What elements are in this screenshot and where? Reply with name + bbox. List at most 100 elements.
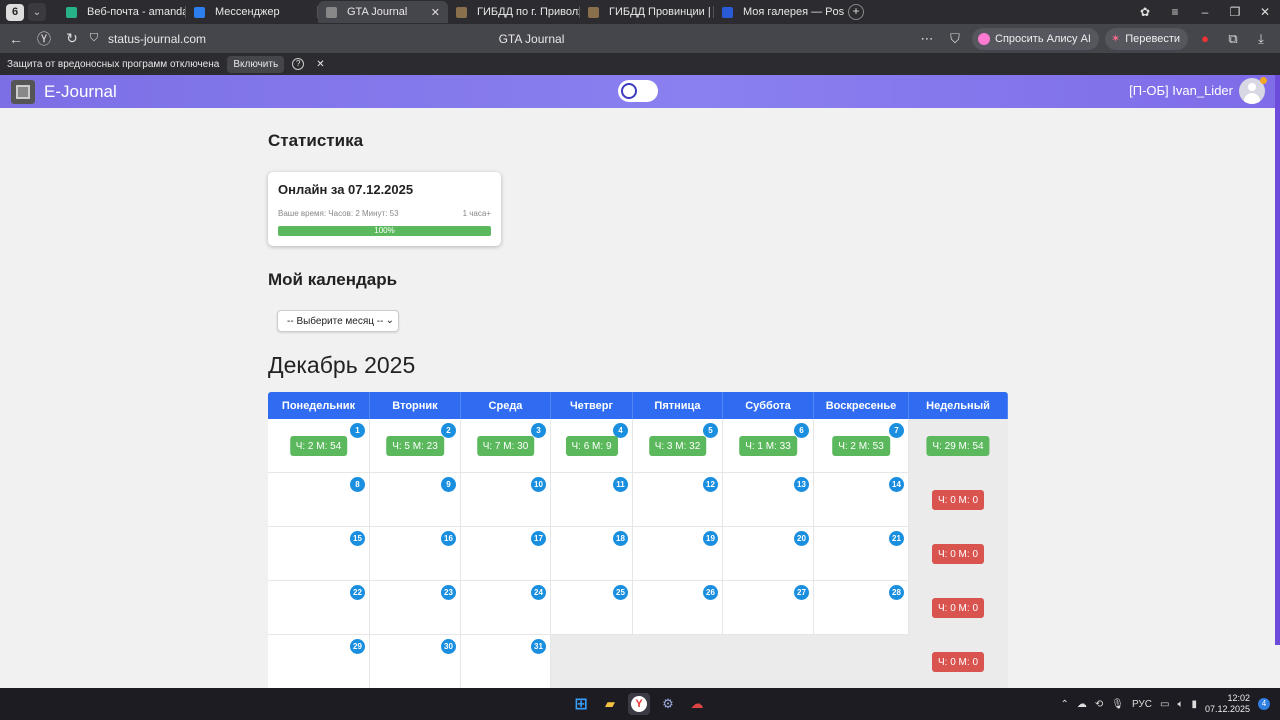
menu-icon[interactable]: ≡ <box>1160 5 1190 19</box>
month-select-value: -- Выберите месяц -- <box>287 315 384 327</box>
calendar-day-cell[interactable]: 23 <box>370 581 461 635</box>
tab-gta-journal[interactable]: GTA Journal ✕ <box>318 1 448 23</box>
minimize-icon[interactable]: – <box>1190 5 1220 19</box>
bookmark-icon[interactable]: ⛉ <box>944 31 966 47</box>
extension-icon[interactable]: ✿ <box>1130 5 1160 19</box>
game-launcher-icon[interactable]: ☁ <box>686 693 708 715</box>
ask-alice-label: Спросить Алису AI <box>995 32 1091 45</box>
cloud-icon[interactable]: ☁ <box>1077 699 1087 710</box>
calendar-day-cell[interactable]: 26 <box>633 581 723 635</box>
more-dots-icon[interactable]: ⋯ <box>916 31 938 47</box>
download-icon[interactable]: ⤓ <box>1250 31 1272 47</box>
tab-gibdd-privolzhsk[interactable]: ГИБДД по г. Приволжск <box>448 1 580 23</box>
new-tab-plus-icon[interactable]: + <box>848 4 864 20</box>
help-icon[interactable]: ? <box>292 58 305 70</box>
gibdd-icon <box>456 6 467 18</box>
translate-icon: ✶ <box>1111 33 1121 45</box>
network-icon[interactable]: ▭ <box>1160 699 1169 710</box>
calendar-day-cell[interactable]: 30 <box>370 635 461 688</box>
taskbar: ⊞ ▰ Y ⚙ ☁ ⌃ ☁ ⟲ 🎙︎ РУС ▭ 🔈︎ ▮ 12:02 07.1… <box>0 688 1280 720</box>
day-time-badge: Ч: 1 М: 33 <box>739 436 797 456</box>
calendar-day-cell[interactable]: 17 <box>461 527 551 581</box>
battery-icon[interactable]: ▮ <box>1191 699 1197 710</box>
calendar-day-cell[interactable]: 6 Ч: 1 М: 33 <box>723 419 814 473</box>
clock[interactable]: 12:02 07.12.2025 <box>1205 693 1250 715</box>
file-explorer-icon[interactable]: ▰ <box>599 693 621 715</box>
start-windows-icon[interactable]: ⊞ <box>570 693 592 715</box>
tab-list-chevron-icon[interactable]: ⌄ <box>28 3 46 21</box>
sync-icon[interactable]: ⟲ <box>1095 699 1103 710</box>
day-number-badge: 14 <box>889 477 904 492</box>
tray-chevron-up-icon[interactable]: ⌃ <box>1060 699 1068 710</box>
notification-badge[interactable]: 4 <box>1258 698 1270 710</box>
close-infobar-icon[interactable]: ✕ <box>316 59 324 70</box>
yandex-browser-icon[interactable]: Y <box>628 693 650 715</box>
ask-alice-button[interactable]: Спросить Алису AI <box>972 27 1099 50</box>
month-select[interactable]: -- Выберите месяц -- ⌄ <box>277 310 399 332</box>
calendar-day-cell[interactable]: 15 <box>268 527 370 581</box>
calendar-day-cell[interactable]: 25 <box>551 581 633 635</box>
calendar-day-cell[interactable]: 5 Ч: 3 М: 32 <box>633 419 723 473</box>
close-tab-icon[interactable]: ✕ <box>431 6 440 19</box>
back-arrow-icon[interactable]: ← <box>2 31 30 47</box>
day-number-badge: 16 <box>441 531 456 546</box>
weekly-total-badge: Ч: 0 М: 0 <box>931 544 985 564</box>
calendar-day-cell[interactable]: 28 <box>814 581 909 635</box>
shield-icon[interactable]: ⛉ <box>86 32 102 45</box>
calendar-day-cell[interactable]: 1 Ч: 2 М: 54 <box>268 419 370 473</box>
theme-toggle[interactable] <box>618 80 658 102</box>
calendar-day-cell[interactable]: 13 <box>723 473 814 527</box>
day-number-badge: 25 <box>613 585 628 600</box>
page-scrollbar[interactable] <box>1275 75 1280 645</box>
brand-name[interactable]: E-Journal <box>44 82 117 102</box>
calendar-day-cell[interactable]: 9 <box>370 473 461 527</box>
calendar-heading: Мой календарь <box>268 270 398 289</box>
calendar-day-cell[interactable]: 18 <box>551 527 633 581</box>
your-time-text: Ваше время: Часов: 2 Минут: 53 <box>278 209 399 218</box>
calendar-day-cell[interactable]: 4 Ч: 6 М: 9 <box>551 419 633 473</box>
calendar-day-cell[interactable]: 19 <box>633 527 723 581</box>
microphone-icon[interactable]: 🎙︎ <box>1111 699 1124 710</box>
calendar-day-cell[interactable]: 12 <box>633 473 723 527</box>
calendar-day-cell[interactable]: 24 <box>461 581 551 635</box>
translate-button[interactable]: ✶ Перевести <box>1105 27 1188 50</box>
enable-protection-button[interactable]: Включить <box>227 55 285 73</box>
calendar-day-cell[interactable]: 27 <box>723 581 814 635</box>
calendar-day-cell[interactable]: 29 <box>268 635 370 688</box>
day-number-badge: 21 <box>889 531 904 546</box>
close-window-icon[interactable]: ✕ <box>1250 5 1280 19</box>
maximize-icon[interactable]: ❐ <box>1220 5 1250 19</box>
calendar-day-cell[interactable]: 20 <box>723 527 814 581</box>
adblock-icon[interactable]: ● <box>1194 31 1216 46</box>
calendar-day-cell[interactable]: 7 Ч: 2 М: 53 <box>814 419 909 473</box>
calendar-day-cell[interactable]: 22 <box>268 581 370 635</box>
tab-gibdd-province[interactable]: ГИБДД Провинции | Бал <box>580 1 714 23</box>
reload-icon[interactable]: ↻ <box>58 30 86 47</box>
tab-webmail[interactable]: Веб-почта - amandaflores <box>58 1 186 23</box>
calendar-day-cell[interactable]: 14 <box>814 473 909 527</box>
app-logo-icon[interactable] <box>11 79 35 104</box>
calendar-day-cell[interactable]: 21 <box>814 527 909 581</box>
steam-icon[interactable]: ⚙ <box>657 693 679 715</box>
day-time-badge: Ч: 2 М: 54 <box>289 436 348 456</box>
calendar-day-cell[interactable]: 3 Ч: 7 М: 30 <box>461 419 551 473</box>
calendar-day-cell[interactable]: 11 <box>551 473 633 527</box>
online-progress-bar: 100% <box>278 226 491 236</box>
calendar-day-cell[interactable]: 31 <box>461 635 551 688</box>
volume-icon[interactable]: 🔈︎ <box>1177 699 1183 710</box>
calendar-day-cell[interactable]: 8 <box>268 473 370 527</box>
tab-messenger[interactable]: Мессенджер <box>186 1 318 23</box>
calendar-day-cell[interactable]: 10 <box>461 473 551 527</box>
calendar-empty-cell <box>551 635 633 688</box>
calendar-day-cell[interactable]: 2 Ч: 5 М: 23 <box>370 419 461 473</box>
tab-postimage[interactable]: Моя галерея — Postimage <box>714 1 844 23</box>
yandex-icon[interactable]: Ⓨ <box>30 29 58 49</box>
day-number-badge: 31 <box>531 639 546 654</box>
calendar-day-cell[interactable]: 16 <box>370 527 461 581</box>
url-field[interactable]: status-journal.com <box>108 32 206 46</box>
username[interactable]: [П-ОБ] Ivan_Lider <box>1129 83 1233 98</box>
collections-icon[interactable]: ⧉ <box>1222 31 1244 47</box>
language-indicator[interactable]: РУС <box>1132 699 1152 710</box>
tab-count-button[interactable]: 6 <box>6 3 24 21</box>
tab-title: GTA Journal <box>347 6 408 18</box>
